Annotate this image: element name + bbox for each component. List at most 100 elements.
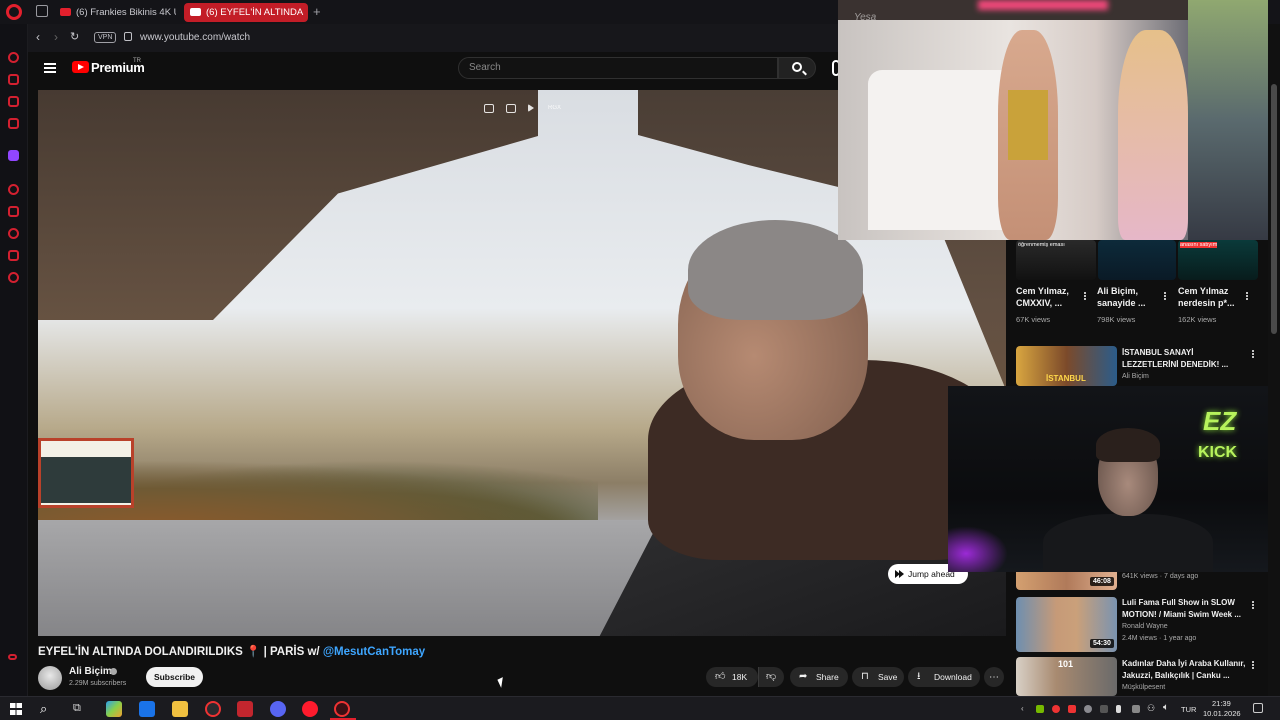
new-tab-button[interactable]: + [313,4,321,19]
sidebar-gx-icon[interactable] [8,654,17,660]
short-menu-icon[interactable] [1164,292,1166,294]
sidebar-extensions-icon[interactable] [8,250,19,261]
sidebar-twitch-icon[interactable] [8,150,19,161]
more-actions-button[interactable]: ⋯ [984,667,1004,687]
volume-icon[interactable]: 🔈︎ [1163,702,1169,713]
file-explorer-icon[interactable] [172,701,188,717]
sidebar-mail-icon[interactable] [8,118,19,129]
pip-toggle-icon[interactable] [484,104,494,113]
video-title-line[interactable]: LEZZETLERİNİ DENEDİK! ... [1122,359,1228,370]
video-title-line[interactable]: Jakuzzi, Balıkçılık | Canku ... [1122,670,1230,681]
share-button[interactable]: ➦ Share [790,667,848,687]
short-title[interactable]: Cem Yılmaz nerdesin p*... [1178,285,1250,309]
clock-time[interactable]: 21:39 [1212,699,1231,708]
network-icon[interactable]: ⚇ [1147,703,1155,714]
dislike-button[interactable]: 👎︎ [758,667,784,687]
lock-icon[interactable] [124,32,132,41]
picture-in-picture-video[interactable]: Yesa [838,0,1268,240]
video-channel[interactable]: Ronald Wayne [1122,623,1168,630]
popout-icon[interactable] [506,104,516,113]
video-title-line[interactable]: Luli Fama Full Show in SLOW [1122,597,1235,608]
sidebar-messenger-icon[interactable] [8,96,19,107]
opera-gx-active-icon[interactable] [334,701,350,717]
windows-start-icon[interactable] [10,703,22,715]
opera-icon[interactable] [302,701,318,717]
search-icon[interactable]: ⌕ [40,701,47,717]
next-icon[interactable] [528,104,534,112]
search-button[interactable] [778,57,816,79]
video-thumbnail[interactable]: İSTANBUL [1016,346,1117,386]
channel-avatar[interactable] [38,666,62,690]
reload-icon[interactable]: ↻ [70,30,79,43]
video-title-line[interactable]: MOTION! / Miami Swim Week ... [1122,609,1241,620]
channel-name[interactable]: Ali Biçim [69,666,112,677]
video-title-line[interactable]: Kadınlar Daha İyi Araba Kullanır, [1122,658,1245,669]
copilot-icon[interactable] [106,701,122,717]
subscribe-button[interactable]: Subscribe [146,667,203,687]
tray-overflow-icon[interactable]: ‹ [1021,704,1024,713]
video-channel[interactable]: Ali Biçim [1122,373,1149,380]
video-title: EYFEL'İN ALTINDA DOLANDIRILDIKS 📍 | PARİ… [38,644,425,658]
video-title-line[interactable]: İSTANBUL SANAYİ [1122,347,1193,358]
microphone-tray-icon[interactable] [1116,705,1121,713]
video-thumbnail[interactable]: 54:30 [1016,597,1117,652]
short-title[interactable]: Ali Biçim, sanayide ... [1097,285,1167,309]
sidebar-bag-icon[interactable] [8,74,19,85]
url-field[interactable]: www.youtube.com/watch [140,32,250,43]
vpn-badge[interactable]: VPN [94,32,117,43]
nvidia-icon[interactable] [1036,705,1044,713]
country-code: TR [133,58,141,64]
youtube-logo-icon[interactable] [72,61,89,73]
video-thumbnail[interactable]: 101 [1016,657,1117,696]
opera-logo-icon[interactable] [6,4,22,20]
opera-tray-icon[interactable] [1052,705,1060,713]
like-count: 18K [732,672,748,682]
sidebar-bookmark-icon[interactable] [8,206,19,217]
task-view-icon[interactable]: ⧉ [73,702,81,715]
save-label: Save [878,672,898,682]
outlook-icon[interactable] [139,701,155,717]
pip-watermark: Yesa [854,12,877,23]
language-indicator[interactable]: TUR [1181,705,1196,714]
tray-app-icon[interactable] [1100,705,1108,713]
short-menu-icon[interactable] [1084,292,1086,294]
save-button[interactable]: ⊓ Save [852,667,904,687]
back-icon[interactable]: ‹ [36,30,40,44]
tab-eyfelin-altinda[interactable]: (6) EYFEL'İN ALTINDA [184,3,308,22]
mention-link[interactable]: @MesutCanTomay [323,646,425,658]
discord-icon[interactable] [270,701,286,717]
voicemeeter-icon[interactable] [237,701,253,717]
sidebar-settings-icon[interactable] [8,272,19,283]
tray-app-icon[interactable] [1084,705,1092,713]
short-title[interactable]: Cem Yılmaz, CMXXIV, ... [1016,285,1086,309]
short-thumbnail[interactable] [1098,240,1176,280]
video-menu-icon[interactable] [1252,661,1254,663]
tab-overview-icon[interactable] [36,5,48,17]
pip-bed [868,70,1018,230]
sidebar-player-icon[interactable] [8,184,19,195]
clock-date[interactable]: 10.01.2026 [1203,709,1241,718]
video-menu-icon[interactable] [1252,350,1254,352]
tray-app-icon[interactable] [1068,705,1076,713]
page-scrollbar[interactable] [1268,24,1280,696]
sidebar-aria-icon[interactable] [8,52,19,63]
thumbnail-caption: 101 [1058,659,1074,669]
short-thumbnail[interactable]: öğrenmemiş eması [1016,240,1096,280]
video-menu-icon[interactable] [1252,601,1254,603]
notifications-icon[interactable] [1253,703,1263,713]
download-button[interactable]: ⭳ Download [908,667,980,687]
sidebar-history-icon[interactable] [8,228,19,239]
opera-gx-icon[interactable] [205,701,221,717]
scrollbar-thumb[interactable] [1271,84,1277,334]
short-menu-icon[interactable] [1246,292,1248,294]
tray-app-icon[interactable] [1132,705,1140,713]
forward-icon[interactable]: › [54,30,58,44]
video-frame-tower-left [38,90,538,320]
like-button[interactable]: 👍︎ 18K [706,667,758,687]
verified-icon [110,668,117,675]
short-thumbnail[interactable]: anasını satıyım [1178,240,1258,280]
menu-icon[interactable] [44,63,56,73]
video-channel[interactable]: Müşkülpesent [1122,684,1165,691]
search-input[interactable]: Search [458,57,778,79]
tab-frankies-bikinis[interactable]: (6) Frankies Bikinis 4K UHD [54,3,176,22]
